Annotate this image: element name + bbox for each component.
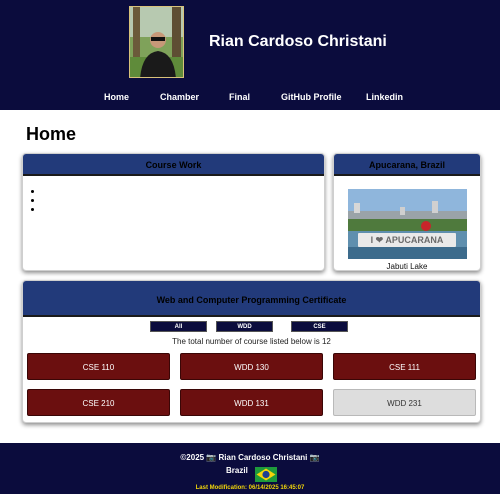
course-card-wdd130[interactable]: WDD 130	[180, 353, 323, 380]
course-card-cse111[interactable]: CSE 111	[333, 353, 476, 380]
nav-divider	[0, 110, 500, 112]
nav-chamber[interactable]: Chamber	[160, 92, 199, 102]
site-header: Rian Cardoso Christani Home Chamber Fina…	[0, 0, 500, 112]
nav-github-profile[interactable]: GitHub Profile	[281, 92, 342, 102]
course-filters: All WDD CSE	[23, 321, 480, 335]
country-text: Brazil	[226, 466, 248, 475]
course-card-cse210[interactable]: CSE 210	[27, 389, 170, 416]
city-card: Apucarana, Brazil I ❤ APUCARANA Jabuti L…	[333, 153, 481, 271]
site-name: Rian Cardoso Christani	[209, 33, 387, 50]
city-photo: I ❤ APUCARANA	[348, 189, 467, 259]
city-sign-text: I ❤ APUCARANA	[371, 235, 444, 245]
course-work-card: Course Work	[22, 153, 325, 271]
certificate-title: Web and Computer Programming Certificate	[23, 281, 480, 317]
brazil-flag-icon	[255, 467, 277, 482]
course-work-list	[31, 190, 34, 217]
nav-home[interactable]: Home	[104, 92, 129, 102]
nav-final[interactable]: Final	[229, 92, 250, 102]
course-card-wdd231[interactable]: WDD 231	[333, 389, 476, 416]
list-item	[31, 199, 34, 202]
course-count-text: The total number of course listed below …	[172, 337, 331, 346]
profile-photo	[129, 6, 184, 78]
city-title: Apucarana, Brazil	[334, 154, 480, 176]
site-footer: ©2025 📷 Rian Cardoso Christani 📷 Brazil …	[0, 443, 500, 494]
nav-linkedin[interactable]: Linkedin	[366, 92, 403, 102]
course-card-wdd131[interactable]: WDD 131	[180, 389, 323, 416]
page-title: Home	[26, 124, 77, 144]
last-modified-text: Last Modification: 06/14/2025 16:45:07	[195, 485, 305, 491]
city-caption: Jabuti Lake	[386, 262, 428, 271]
filter-all-button[interactable]: All	[150, 321, 207, 332]
certificate-card: Web and Computer Programming Certificate…	[22, 280, 481, 423]
list-item	[31, 190, 34, 193]
list-item	[31, 208, 34, 211]
filter-wdd-button[interactable]: WDD	[216, 321, 273, 332]
filter-cse-button[interactable]: CSE	[291, 321, 348, 332]
course-card-cse110[interactable]: CSE 110	[27, 353, 170, 380]
main-nav: Home Chamber Final GitHub Profile Linked…	[0, 92, 500, 108]
course-work-title: Course Work	[23, 154, 324, 176]
copyright-text: ©2025 📷 Rian Cardoso Christani 📷	[180, 453, 320, 462]
